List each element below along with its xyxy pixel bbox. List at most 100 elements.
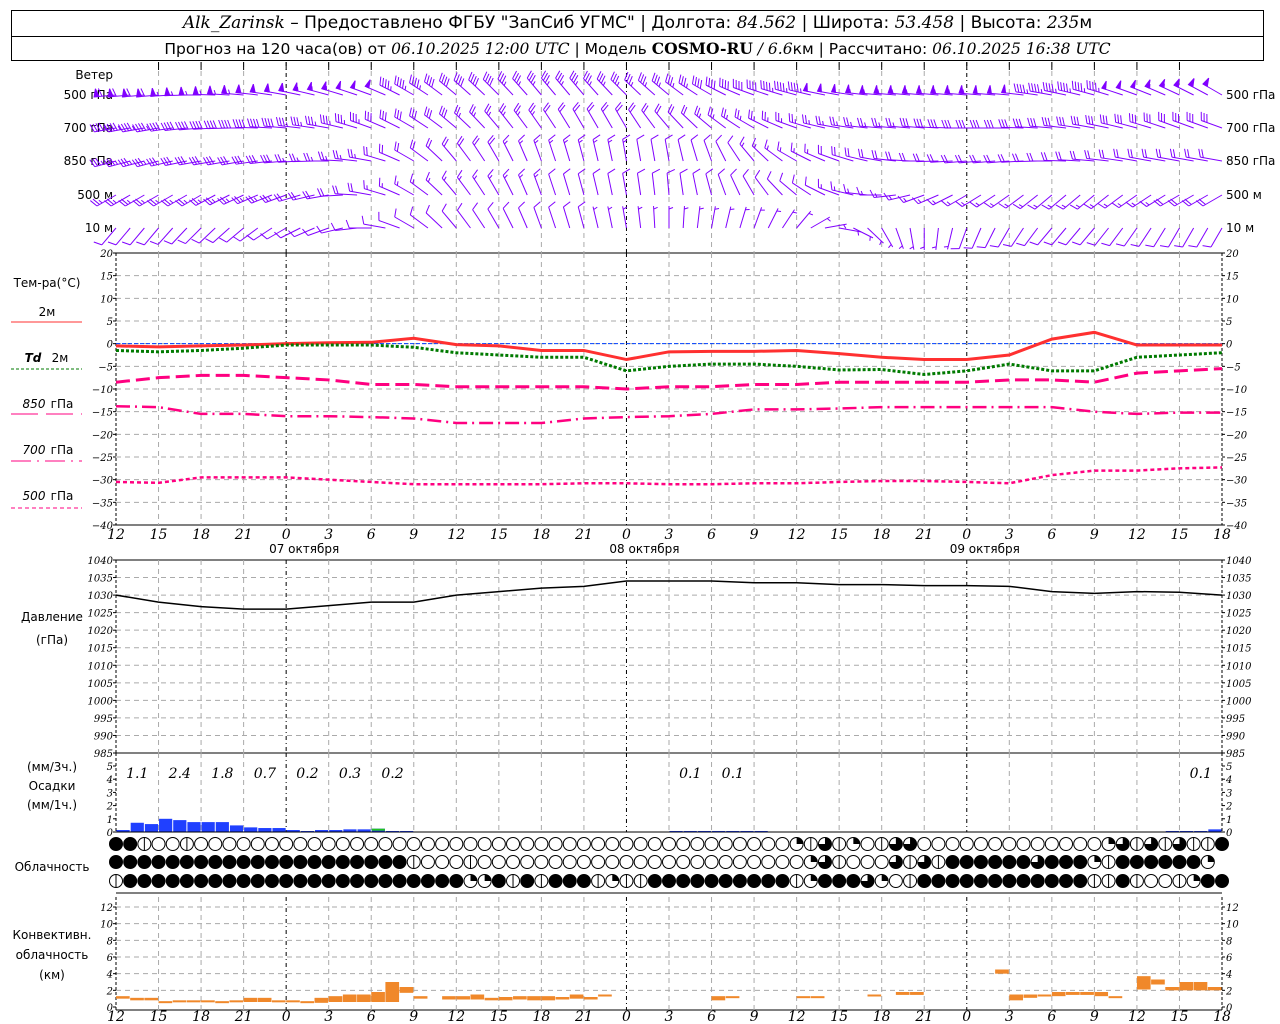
barb-full: [614, 75, 620, 84]
wind-barb: [1070, 115, 1095, 129]
convective-bar: [583, 997, 598, 1000]
barb-full: [766, 81, 768, 91]
cloud-cover-symbol: [293, 837, 308, 851]
barb-staff: [690, 139, 698, 162]
barb-full: [426, 108, 430, 117]
wind-level-label-left: 500 гПа: [64, 88, 113, 102]
barb-half: [1026, 89, 1029, 94]
cloud-circle: [959, 855, 974, 869]
cloud-cover-symbol: [1158, 874, 1173, 888]
legend-td-label: 2м: [52, 351, 69, 365]
wind-barb: [472, 135, 486, 162]
wind-barb: [1111, 194, 1138, 209]
cloud-circle: [619, 855, 634, 869]
barb-half: [946, 201, 951, 205]
barb-full: [1072, 150, 1076, 160]
barb-staff: [518, 174, 528, 196]
barb-staff: [779, 180, 797, 196]
barb-half: [602, 81, 606, 86]
wind-barb: [1188, 227, 1209, 248]
barb-staff: [212, 227, 230, 243]
cloud-circle: [123, 874, 138, 888]
barb-staff: [562, 139, 571, 162]
temp-tick-label-left: −15: [92, 408, 113, 419]
cloud-circle: [647, 874, 662, 888]
barb-half: [943, 245, 949, 248]
cloud-circle: [562, 855, 577, 869]
barb-full: [790, 82, 793, 91]
cloud-circle: [520, 855, 535, 869]
barb-pennant: [1101, 80, 1107, 91]
barb-full: [1117, 114, 1120, 124]
cloud-cover-symbol: [647, 855, 662, 869]
cloud-cover-symbol: [789, 855, 804, 869]
barb-full: [958, 119, 963, 129]
wind-barb: [1083, 194, 1109, 210]
time-axis-label: 15: [150, 527, 168, 543]
barb-full: [518, 134, 525, 142]
barb-half: [668, 207, 674, 210]
barb-full: [438, 105, 443, 115]
cloud-circle: [860, 855, 875, 869]
time-axis-label: 12: [788, 527, 806, 543]
time-axis-label-bottom: 15: [490, 1009, 508, 1024]
barb-staff: [1094, 227, 1109, 246]
wind-barb: [132, 194, 159, 207]
barb-full: [1013, 83, 1017, 92]
cloud-cover-symbol: [945, 874, 960, 888]
barb-full: [692, 168, 701, 174]
cloud-circle: [194, 837, 209, 851]
barb-full: [1036, 84, 1040, 93]
barb-full: [844, 147, 847, 156]
wind-barb: [969, 194, 996, 208]
barb-full: [888, 151, 892, 161]
barb-full: [651, 72, 656, 82]
barb-pennant: [944, 85, 950, 94]
wind-barb: [332, 185, 358, 196]
wind-barb: [1141, 148, 1166, 162]
barb-half: [1089, 204, 1094, 208]
barb-half: [404, 85, 407, 91]
cloud-circle: [633, 855, 648, 869]
cloud-circle: [704, 874, 719, 888]
barb-staff: [725, 206, 732, 229]
barb-half: [753, 143, 757, 149]
cloud-cover-symbol: [704, 874, 719, 888]
time-axis-label: 6: [1047, 527, 1056, 543]
cloud-circle: [420, 855, 435, 869]
barb-full: [1155, 148, 1159, 158]
barb-full: [425, 171, 430, 181]
barb-full: [332, 185, 336, 194]
wind-barb: [679, 168, 688, 196]
barb-half: [741, 142, 745, 147]
wind-barb: [810, 216, 831, 229]
conv-tick-label-left: 0: [107, 1003, 114, 1014]
convective-bar: [215, 1001, 229, 1004]
wind-barb: [764, 139, 783, 162]
barb-full: [859, 117, 864, 127]
cloud-cover-symbol: [1002, 855, 1017, 869]
barb-full: [777, 141, 780, 151]
barb-full: [502, 134, 510, 142]
cloud-circle: [1144, 855, 1159, 869]
barb-full: [425, 204, 430, 214]
barb-full: [628, 75, 633, 85]
barb-staff: [607, 173, 613, 196]
precip-3h-sum: 2.4: [168, 766, 191, 782]
cloud-circle: [917, 837, 932, 851]
barb-full: [453, 72, 458, 81]
cloud-circle: [917, 874, 932, 888]
cloud-cover-symbol: [562, 874, 577, 888]
barb-half: [473, 112, 477, 117]
cloud-cover-symbol: [1144, 874, 1159, 888]
wind-barb: [1128, 113, 1152, 129]
cloud-cover-symbol: [463, 855, 478, 869]
convective-bar: [711, 996, 726, 1001]
wind-barb: [804, 143, 826, 162]
barb-full: [441, 107, 446, 116]
barb-staff: [394, 116, 415, 129]
wind-barb: [555, 70, 571, 96]
barb-staff: [592, 206, 599, 229]
cloud-cover-symbol: [1030, 855, 1045, 869]
barb-half: [183, 199, 188, 204]
